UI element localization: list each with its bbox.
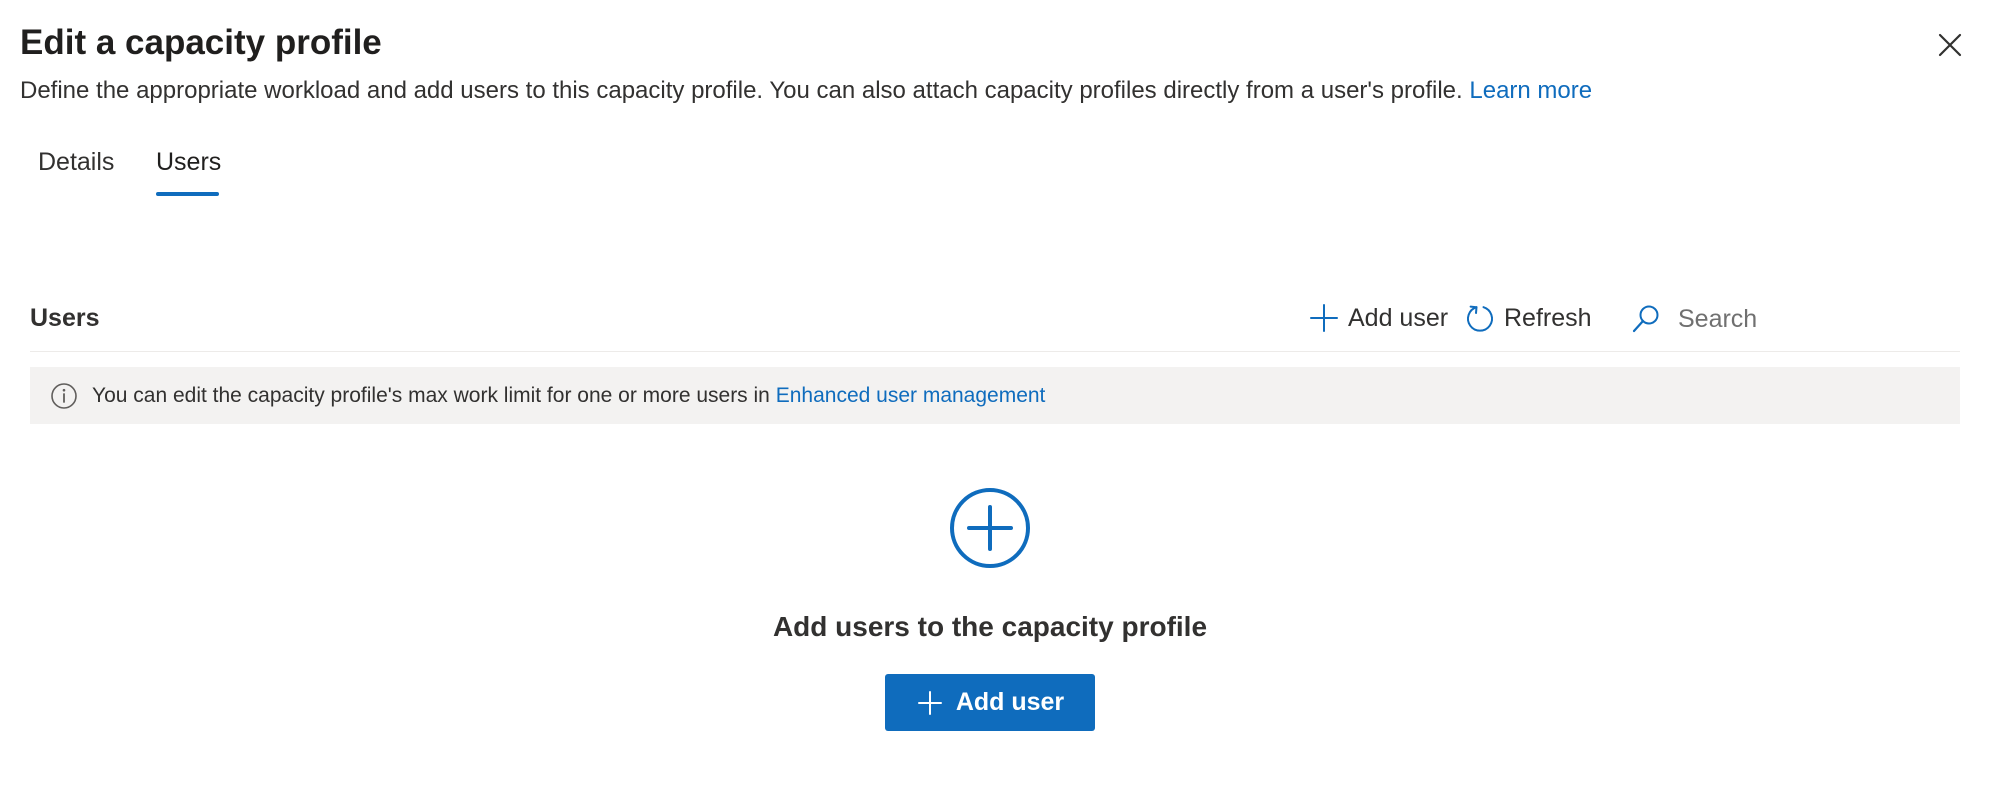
active-tab-indicator <box>156 192 219 196</box>
refresh-label: Refresh <box>1504 303 1592 332</box>
panel-description: Define the appropriate workload and add … <box>20 74 1592 108</box>
search-box[interactable] <box>1630 298 1960 340</box>
plus-icon <box>1310 304 1338 332</box>
users-section-title: Users <box>30 304 100 332</box>
add-user-toolbar-label: Add user <box>1348 303 1449 332</box>
info-message-bar: You can edit the capacity profile's max … <box>30 367 1960 424</box>
plus-icon <box>917 690 942 715</box>
tab-details[interactable]: Details <box>38 140 114 184</box>
refresh-button[interactable]: Refresh <box>1464 298 1592 338</box>
empty-state-title: Add users to the capacity profile <box>772 611 1208 642</box>
search-icon <box>1632 305 1659 333</box>
enhanced-user-management-link[interactable]: Enhanced user management <box>776 384 1046 407</box>
learn-more-link[interactable]: Learn more <box>1469 77 1592 104</box>
search-input[interactable] <box>1676 303 1920 335</box>
toolbar-divider <box>30 351 1960 352</box>
close-icon <box>1938 33 1962 57</box>
tab-users[interactable]: Users <box>156 140 221 184</box>
refresh-icon <box>1467 305 1493 332</box>
close-button[interactable] <box>1935 30 1965 60</box>
add-user-toolbar-button[interactable]: Add user <box>1308 298 1448 338</box>
add-circle-icon <box>950 488 1030 568</box>
info-message-text: You can edit the capacity profile's max … <box>92 383 770 407</box>
panel-title: Edit a capacity profile <box>20 23 382 62</box>
info-icon <box>51 382 77 409</box>
add-user-button[interactable]: Add user <box>885 674 1095 731</box>
edit-capacity-profile-panel: Edit a capacity profile Define the appro… <box>0 0 1994 800</box>
info-message: You can edit the capacity profile's max … <box>92 384 1045 408</box>
add-user-button-label: Add user <box>955 688 1065 716</box>
description-text: Define the appropriate workload and add … <box>20 77 1463 104</box>
